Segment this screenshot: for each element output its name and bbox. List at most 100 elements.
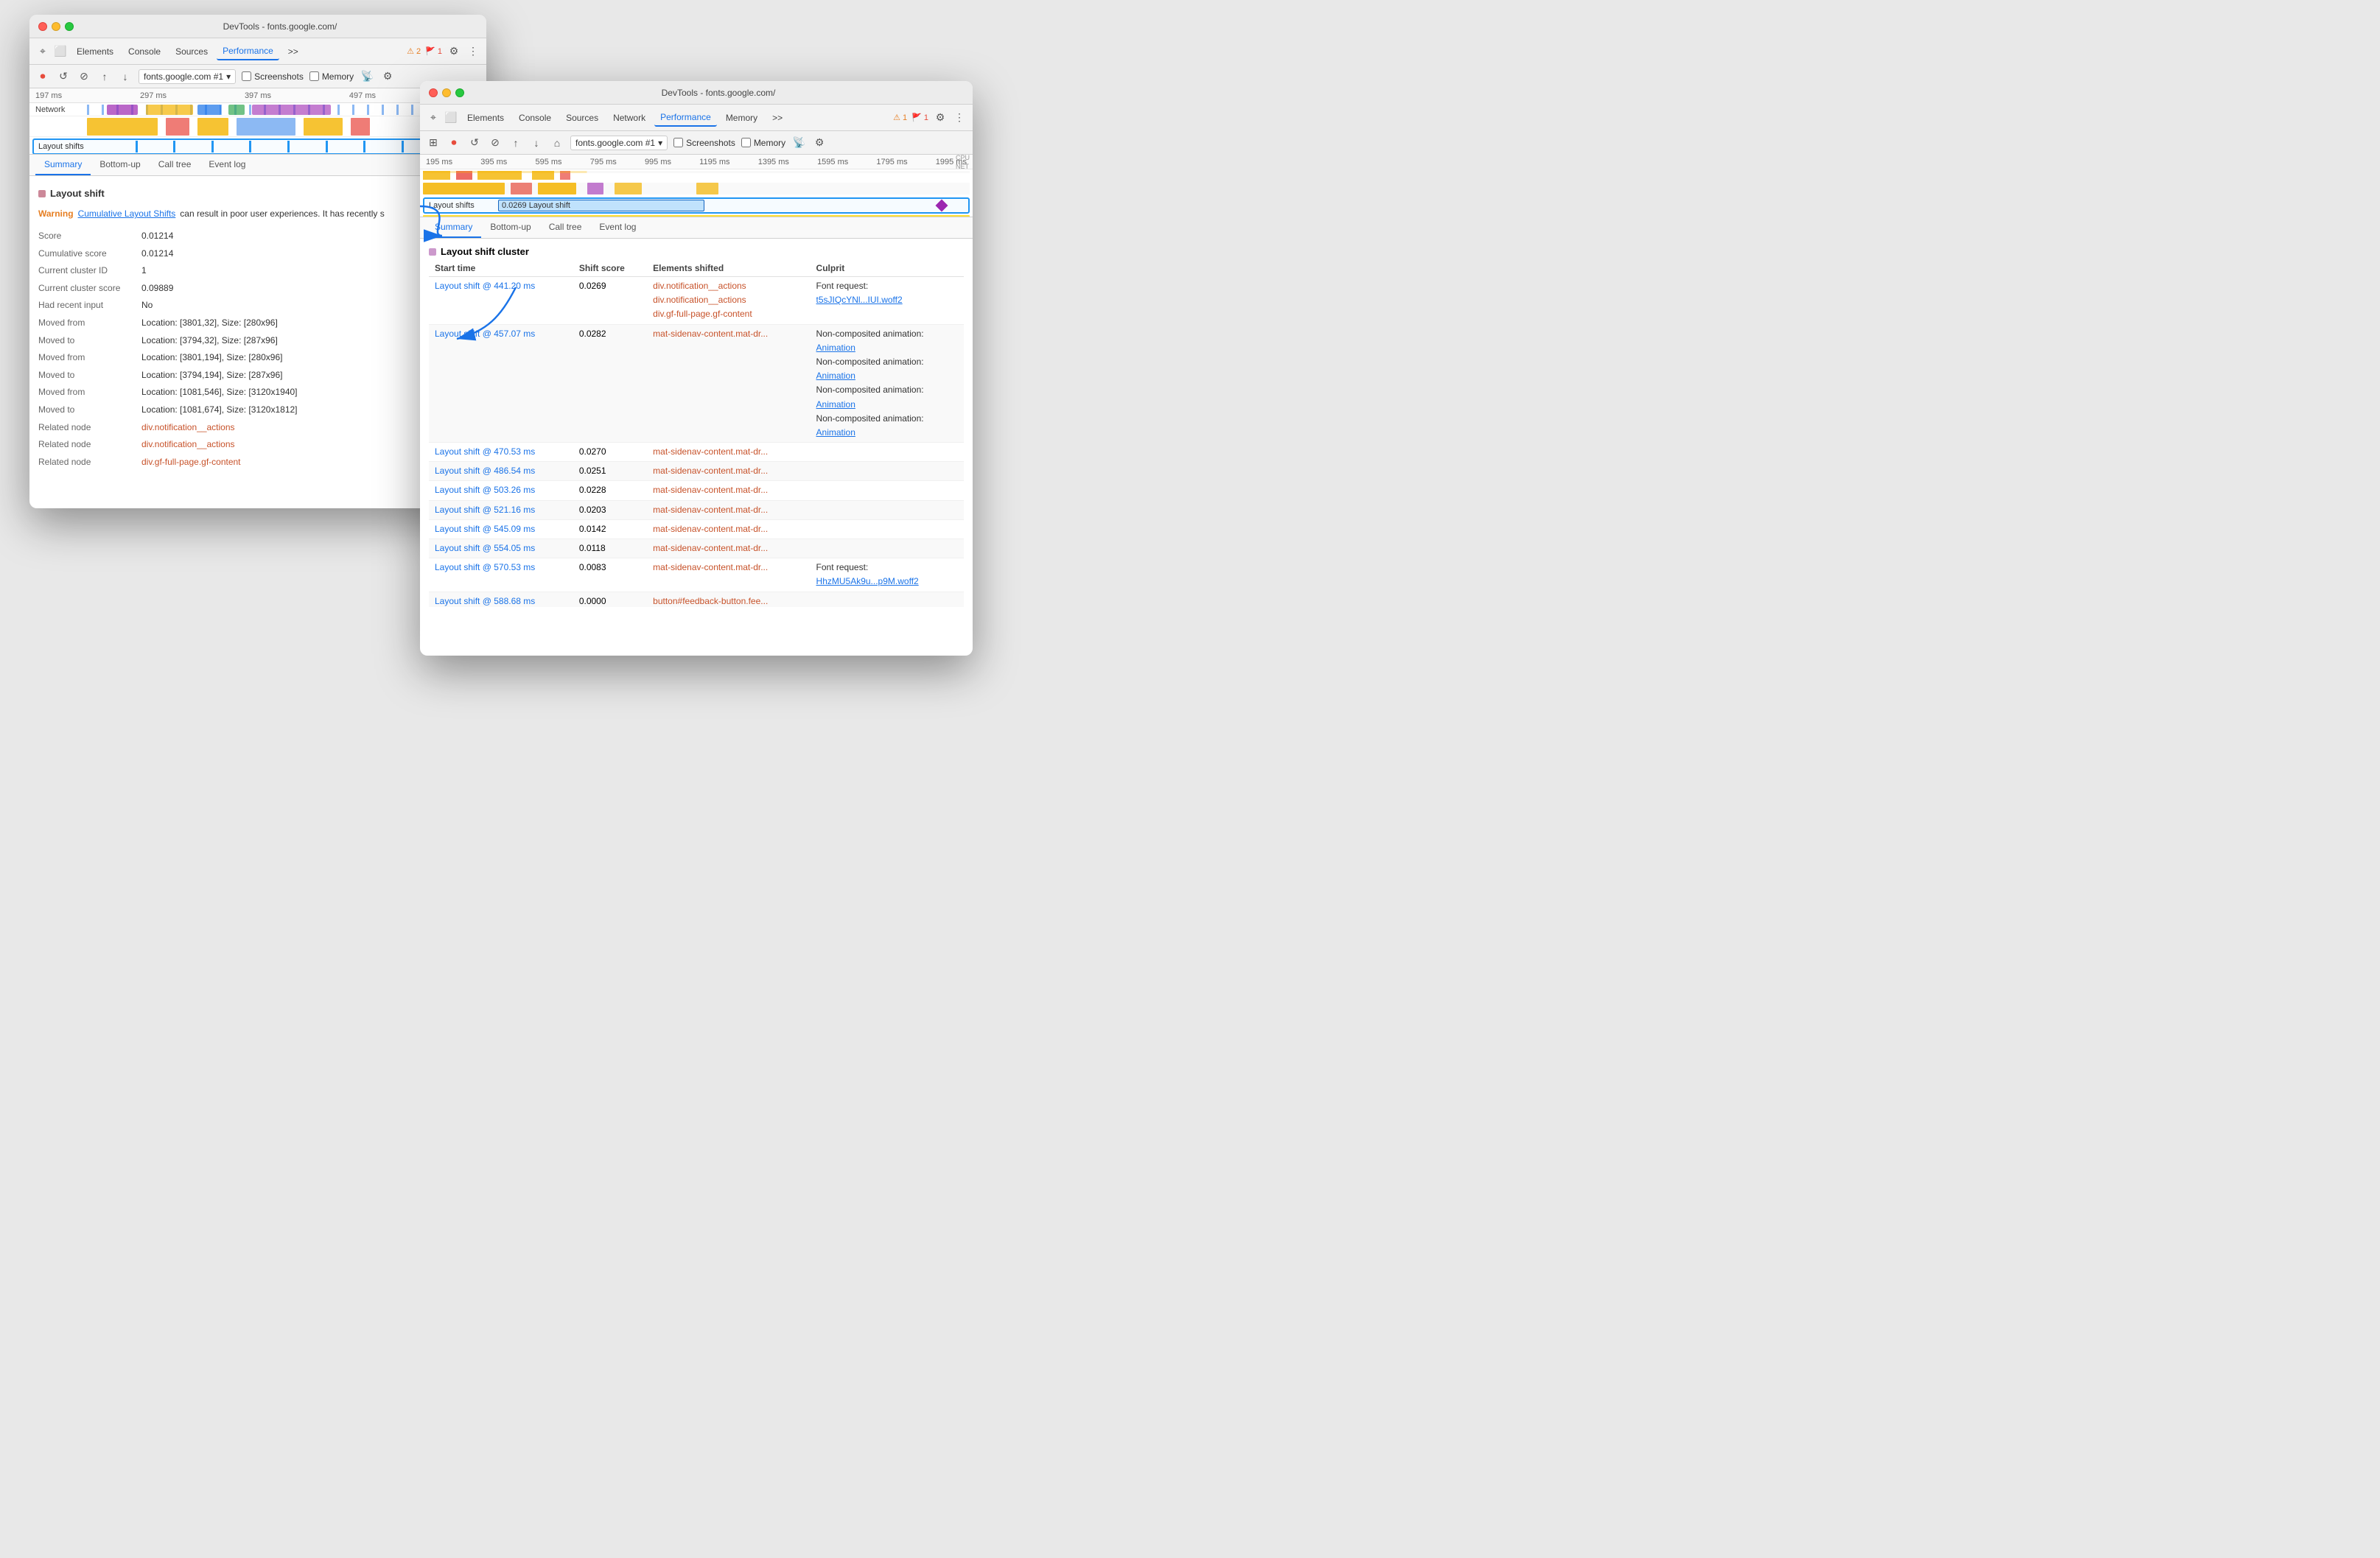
tab-elements-2[interactable]: Elements	[461, 110, 510, 126]
cpu-label: CPU	[956, 155, 970, 161]
dock-icon-2[interactable]: ⊞	[426, 136, 441, 150]
cluster-table: Start time Shift score Elements shifted …	[429, 260, 964, 607]
devtools-window-1: DevTools - fonts.google.com/ ⌖ ⬜ Element…	[29, 15, 486, 508]
network2-icon[interactable]: 📡	[791, 136, 806, 150]
tab-console-2[interactable]: Console	[513, 110, 557, 126]
warning-text-1: can result in poor user experiences. It …	[180, 206, 384, 222]
mark-197: 197 ms	[35, 91, 62, 100]
network-icon-1[interactable]: 📡	[360, 69, 374, 84]
tab-performance-2[interactable]: Performance	[654, 109, 717, 127]
upload-icon-2[interactable]: ↑	[508, 136, 523, 150]
tab-summary-1[interactable]: Summary	[35, 155, 91, 175]
settings-icon-2[interactable]: ⚙	[933, 110, 948, 125]
url-select-2[interactable]: fonts.google.com #1 ▾	[570, 136, 668, 150]
timeline-tracks-1: Network	[29, 103, 486, 155]
tab-summary-2[interactable]: Summary	[426, 217, 481, 238]
shift-link-10[interactable]: Layout shift @ 588.68 ms	[435, 596, 535, 606]
t2-ruler: 195 ms 395 ms 595 ms 795 ms 995 ms 1195 …	[420, 155, 973, 169]
cursor-icon[interactable]: ⌖	[35, 44, 50, 59]
minimize-button-2[interactable]	[442, 88, 451, 97]
tab-eventlog-1[interactable]: Event log	[200, 155, 254, 175]
elements-2: mat-sidenav-content.mat-dr...	[647, 324, 810, 443]
tab-elements-1[interactable]: Elements	[71, 43, 119, 60]
record-icon-1[interactable]: ⏺	[35, 69, 50, 84]
maximize-button-1[interactable]	[65, 22, 74, 31]
tab-performance-1[interactable]: Performance	[217, 43, 279, 60]
clear-icon-2[interactable]: ⊘	[488, 136, 503, 150]
shift-link-6[interactable]: Layout shift @ 521.16 ms	[435, 505, 535, 515]
shift-link-9[interactable]: Layout shift @ 570.53 ms	[435, 562, 535, 572]
shift-link-2[interactable]: Layout shift @ 457.07 ms	[435, 329, 535, 339]
memory-checkbox-1[interactable]: Memory	[309, 71, 354, 82]
toolbar-tabs-1: ⌖ ⬜ Elements Console Sources Performance…	[29, 38, 486, 65]
t2-mark-1595: 1595 ms	[817, 158, 848, 166]
shift-link-1[interactable]: Layout shift @ 441.20 ms	[435, 281, 535, 291]
reload-icon-2[interactable]: ↺	[467, 136, 482, 150]
home-icon-2[interactable]: ⌂	[550, 136, 564, 150]
reload-icon-1[interactable]: ↺	[56, 69, 71, 84]
frames-row: Frames 67.1 ms	[423, 215, 970, 217]
table-row: Layout shift @ 570.53 ms 0.0083 mat-side…	[429, 558, 964, 592]
settings2-icon-1[interactable]: ⚙	[380, 69, 395, 84]
table-row: Layout shift @ 545.09 ms 0.0142 mat-side…	[429, 519, 964, 538]
tab-bottomup-1[interactable]: Bottom-up	[91, 155, 149, 175]
culprit-9: Font request: HhzMU5Ak9u...p9M.woff2	[811, 558, 964, 592]
maximize-button-2[interactable]	[455, 88, 464, 97]
shift-link-8[interactable]: Layout shift @ 554.05 ms	[435, 543, 535, 553]
minimize-button-1[interactable]	[52, 22, 60, 31]
tab-calltree-1[interactable]: Call tree	[150, 155, 200, 175]
device-icon-2[interactable]: ⬜	[444, 110, 458, 125]
tab-memory-2[interactable]: Memory	[720, 110, 763, 126]
url-select-1[interactable]: fonts.google.com #1 ▾	[139, 69, 236, 84]
tab-more-2[interactable]: >>	[766, 110, 788, 126]
tab-calltree-2[interactable]: Call tree	[540, 217, 591, 238]
tab-sources-1[interactable]: Sources	[169, 43, 214, 60]
tab-eventlog-2[interactable]: Event log	[590, 217, 645, 238]
shift-link-4[interactable]: Layout shift @ 486.54 ms	[435, 466, 535, 476]
mt3-label: Moved to	[38, 402, 141, 418]
cluster-swatch	[429, 248, 436, 256]
cursor-icon-2[interactable]: ⌖	[426, 110, 441, 125]
error-count-2: 🚩 1	[911, 113, 928, 122]
more-icon-2[interactable]: ⋮	[952, 110, 967, 125]
cluster-title: Layout shift cluster	[441, 246, 529, 257]
rel3-label: Related node	[38, 455, 141, 471]
warning-line-1: Warning Cumulative Layout Shifts can res…	[38, 206, 477, 222]
more-icon-1[interactable]: ⋮	[466, 44, 480, 59]
warning-link-1[interactable]: Cumulative Layout Shifts	[78, 206, 176, 222]
clear-icon-1[interactable]: ⊘	[77, 69, 91, 84]
elements-1: div.notification__actions div.notificati…	[647, 277, 810, 325]
memory-checkbox-2[interactable]: Memory	[741, 138, 785, 148]
cluster-score-label-1: Current cluster score	[38, 281, 141, 297]
settings-icon-1[interactable]: ⚙	[447, 44, 461, 59]
mf2-label: Moved from	[38, 350, 141, 366]
cpu-track-2	[420, 169, 973, 181]
summary-panel-1: Layout shift Warning Cumulative Layout S…	[29, 176, 486, 479]
tab-sources-2[interactable]: Sources	[560, 110, 604, 126]
devtools-window-2: DevTools - fonts.google.com/ ⌖ ⬜ Element…	[420, 81, 973, 656]
toolbar-icons-1: ⚠ 2 🚩 1 ⚙ ⋮	[407, 44, 480, 59]
close-button-1[interactable]	[38, 22, 47, 31]
screenshots-checkbox-1[interactable]: Screenshots	[242, 71, 304, 82]
shift-link-7[interactable]: Layout shift @ 545.09 ms	[435, 524, 535, 534]
tab-network-2[interactable]: Network	[607, 110, 651, 126]
download-icon-2[interactable]: ↓	[529, 136, 544, 150]
upload-icon-1[interactable]: ↑	[97, 69, 112, 84]
mark-397: 397 ms	[245, 91, 271, 100]
settings3-icon[interactable]: ⚙	[812, 136, 827, 150]
tab-more-1[interactable]: >>	[282, 43, 304, 60]
device-icon[interactable]: ⬜	[53, 44, 68, 59]
table-row: Layout shift @ 441.20 ms 0.0269 div.noti…	[429, 277, 964, 325]
network-label: Network	[35, 105, 87, 114]
ls-selected-bar[interactable]: 0.0269 Layout shift	[498, 200, 704, 211]
tab-bottomup-2[interactable]: Bottom-up	[481, 217, 539, 238]
shift-link-3[interactable]: Layout shift @ 470.53 ms	[435, 446, 535, 457]
cpu-bars-2	[423, 171, 970, 180]
record-icon-2[interactable]: ⏺	[447, 136, 461, 150]
shift-link-5[interactable]: Layout shift @ 503.26 ms	[435, 485, 535, 495]
screenshots-checkbox-2[interactable]: Screenshots	[673, 138, 735, 148]
download-icon-1[interactable]: ↓	[118, 69, 133, 84]
close-button-2[interactable]	[429, 88, 438, 97]
tab-console-1[interactable]: Console	[122, 43, 167, 60]
toolbar-icons-2: ⚠ 1 🚩 1 ⚙ ⋮	[893, 110, 967, 125]
